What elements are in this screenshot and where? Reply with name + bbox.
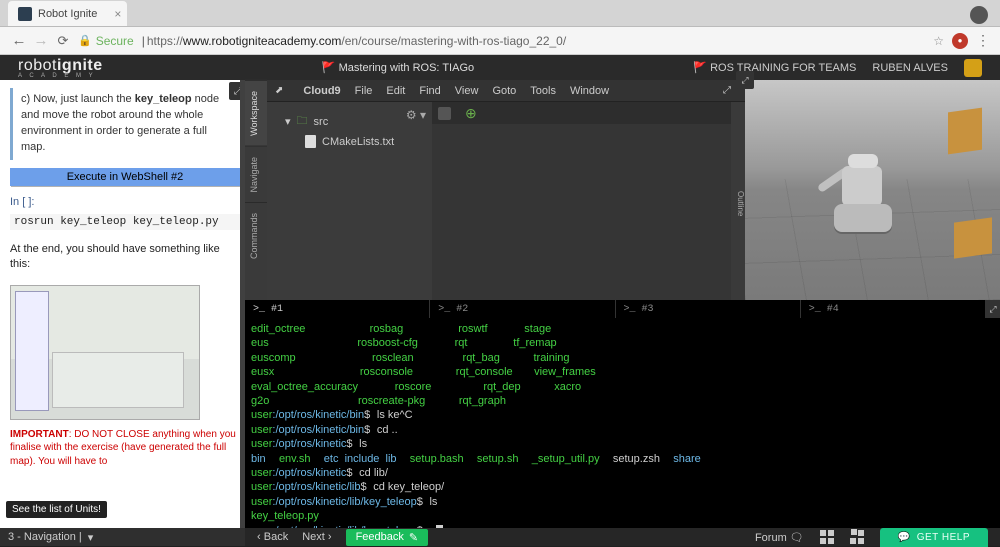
browser-tab-strip: Robot Ignite × bbox=[0, 0, 1000, 27]
after-text: At the end, you should have something li… bbox=[10, 242, 240, 273]
code-line: rosrun key_teleop key_teleop.py bbox=[10, 214, 240, 230]
tab-favicon bbox=[18, 7, 32, 21]
new-tab-plus-icon[interactable]: ⊕ bbox=[465, 105, 477, 122]
file-tree[interactable]: ⚙ ▾ ▾ 🗀 src CMakeLists.txt bbox=[267, 102, 432, 300]
menu-file[interactable]: File bbox=[355, 85, 373, 97]
expand-ide-icon[interactable]: ⤢ bbox=[723, 85, 731, 96]
secure-label: Secure bbox=[96, 34, 134, 48]
editor-area[interactable]: ⊕ bbox=[432, 102, 731, 300]
terminal-output[interactable]: edit_octree rosbag roswtf stage eus rosb… bbox=[245, 318, 1000, 528]
sidetab-workspace[interactable]: Workspace bbox=[245, 80, 267, 146]
popout-icon[interactable]: ⬈ bbox=[275, 85, 283, 96]
get-help-button[interactable]: 💬 GET HELP bbox=[880, 528, 988, 547]
units-tooltip: See the list of Units! bbox=[6, 501, 107, 518]
user-name[interactable]: RUBEN ALVES bbox=[872, 62, 948, 74]
course-bottom-bar: ‹ Back Next › Feedback ✎ Forum 🗨 💬 GET H… bbox=[245, 528, 1000, 546]
outline-gutter[interactable]: Outline bbox=[731, 102, 745, 300]
ide-side-tabs: Workspace Navigate Commands bbox=[245, 80, 267, 300]
next-button[interactable]: Next › bbox=[302, 531, 331, 543]
term-tab-2[interactable]: >_ #2 bbox=[430, 300, 615, 318]
tab-title: Robot Ignite bbox=[38, 8, 97, 20]
menu-cloud9[interactable]: Cloud9 bbox=[303, 85, 340, 97]
course-title: 🚩 Mastering with ROS: TIAGo bbox=[322, 61, 474, 74]
instruction-text: c) Now, just launch the key_teleop node … bbox=[10, 88, 240, 160]
menu-edit[interactable]: Edit bbox=[386, 85, 405, 97]
back-button[interactable]: ‹ Back bbox=[257, 531, 288, 543]
menu-view[interactable]: View bbox=[455, 85, 479, 97]
term-tab-4[interactable]: >_ #4 bbox=[801, 300, 986, 318]
teams-link[interactable]: 🚩 ROS TRAINING FOR TEAMS bbox=[693, 61, 856, 74]
furniture bbox=[948, 108, 982, 155]
lock-icon: 🔒 bbox=[78, 34, 92, 47]
term-tab-3[interactable]: >_ #3 bbox=[616, 300, 801, 318]
folder-icon: 🗀 bbox=[297, 112, 308, 131]
tree-folder[interactable]: ▾ 🗀 src bbox=[273, 110, 426, 133]
expand-icon[interactable]: ⤢ bbox=[736, 71, 754, 89]
instructions-panel: ⤢ c) Now, just launch the key_teleop nod… bbox=[0, 80, 245, 546]
url-text[interactable]: https://www.robotigniteacademy.com/en/co… bbox=[147, 34, 566, 48]
comment-icon: ✎ bbox=[409, 531, 418, 544]
cell-prompt: In [ ]: bbox=[10, 196, 34, 208]
term-tab-1[interactable]: >_ #1 bbox=[245, 300, 430, 318]
bookmark-star-icon[interactable]: ☆ bbox=[933, 34, 944, 48]
scene bbox=[745, 80, 1000, 300]
flag-icon: 🚩 bbox=[693, 62, 707, 74]
forum-link[interactable]: Forum 🗨 bbox=[755, 531, 804, 544]
editor-tab-icon[interactable] bbox=[438, 107, 451, 120]
file-icon bbox=[305, 135, 316, 148]
layout-grid-alt-icon[interactable] bbox=[850, 530, 864, 544]
profile-icon[interactable] bbox=[970, 6, 988, 24]
code-cell: In [ ]: bbox=[10, 196, 240, 208]
unit-nav-bar[interactable]: 3 - Navigation | ▾ bbox=[0, 528, 245, 546]
layout-grid-icon[interactable] bbox=[820, 530, 834, 544]
nav-forward-icon: → bbox=[32, 32, 50, 49]
browser-address-bar: ← → ⟳ 🔒 Secure | https://www.robotignite… bbox=[0, 27, 1000, 55]
furniture bbox=[954, 217, 992, 258]
site-logo[interactable]: robotignite A C A D E M Y bbox=[18, 57, 103, 79]
flag-icon: 🚩 bbox=[322, 62, 336, 74]
execute-webshell-button[interactable]: Execute in WebShell #2 bbox=[10, 168, 240, 186]
terminal-panel: >_ #1 >_ #2 >_ #3 >_ #4 ⤢ edit_octree ro… bbox=[245, 300, 1000, 528]
sidetab-navigate[interactable]: Navigate bbox=[245, 146, 267, 203]
site-header: robotignite A C A D E M Y 🚩 Mastering wi… bbox=[0, 55, 1000, 80]
result-thumbnail bbox=[10, 285, 200, 420]
tree-file[interactable]: CMakeLists.txt bbox=[273, 133, 426, 150]
browser-menu-icon[interactable]: ⋮ bbox=[976, 32, 990, 49]
editor-tabbar: ⊕ bbox=[432, 102, 731, 124]
browser-tab[interactable]: Robot Ignite × bbox=[8, 1, 127, 26]
sidetab-commands[interactable]: Commands bbox=[245, 202, 267, 269]
menu-find[interactable]: Find bbox=[419, 85, 440, 97]
avatar[interactable] bbox=[964, 59, 982, 77]
extension-icon[interactable]: ● bbox=[952, 33, 968, 49]
nav-back-icon[interactable]: ← bbox=[10, 32, 28, 49]
menu-goto[interactable]: Goto bbox=[492, 85, 516, 97]
menu-window[interactable]: Window bbox=[570, 85, 609, 97]
unit-label: 3 - Navigation | bbox=[8, 531, 82, 543]
menu-tools[interactable]: Tools bbox=[530, 85, 556, 97]
tab-close-icon[interactable]: × bbox=[114, 7, 121, 21]
comment-icon: 🗨 bbox=[790, 532, 804, 544]
feedback-button[interactable]: Feedback ✎ bbox=[346, 529, 429, 546]
expand-icon[interactable]: ⤢ bbox=[986, 300, 1000, 318]
chevron-down-icon: ▾ bbox=[285, 115, 291, 128]
terminal-tabs: >_ #1 >_ #2 >_ #3 >_ #4 ⤢ bbox=[245, 300, 1000, 318]
ide-menubar: ⬈ Cloud9 File Edit Find View Goto Tools … bbox=[267, 80, 745, 102]
chevron-down-icon: ▾ bbox=[88, 531, 94, 544]
gear-icon[interactable]: ⚙ ▾ bbox=[406, 108, 426, 122]
important-warning: IMPORTANT: DO NOT CLOSE anything when yo… bbox=[10, 428, 240, 469]
reload-icon[interactable]: ⟳ bbox=[54, 33, 72, 49]
simulation-viewport[interactable]: ⤢ ⤢ bbox=[745, 80, 1000, 300]
